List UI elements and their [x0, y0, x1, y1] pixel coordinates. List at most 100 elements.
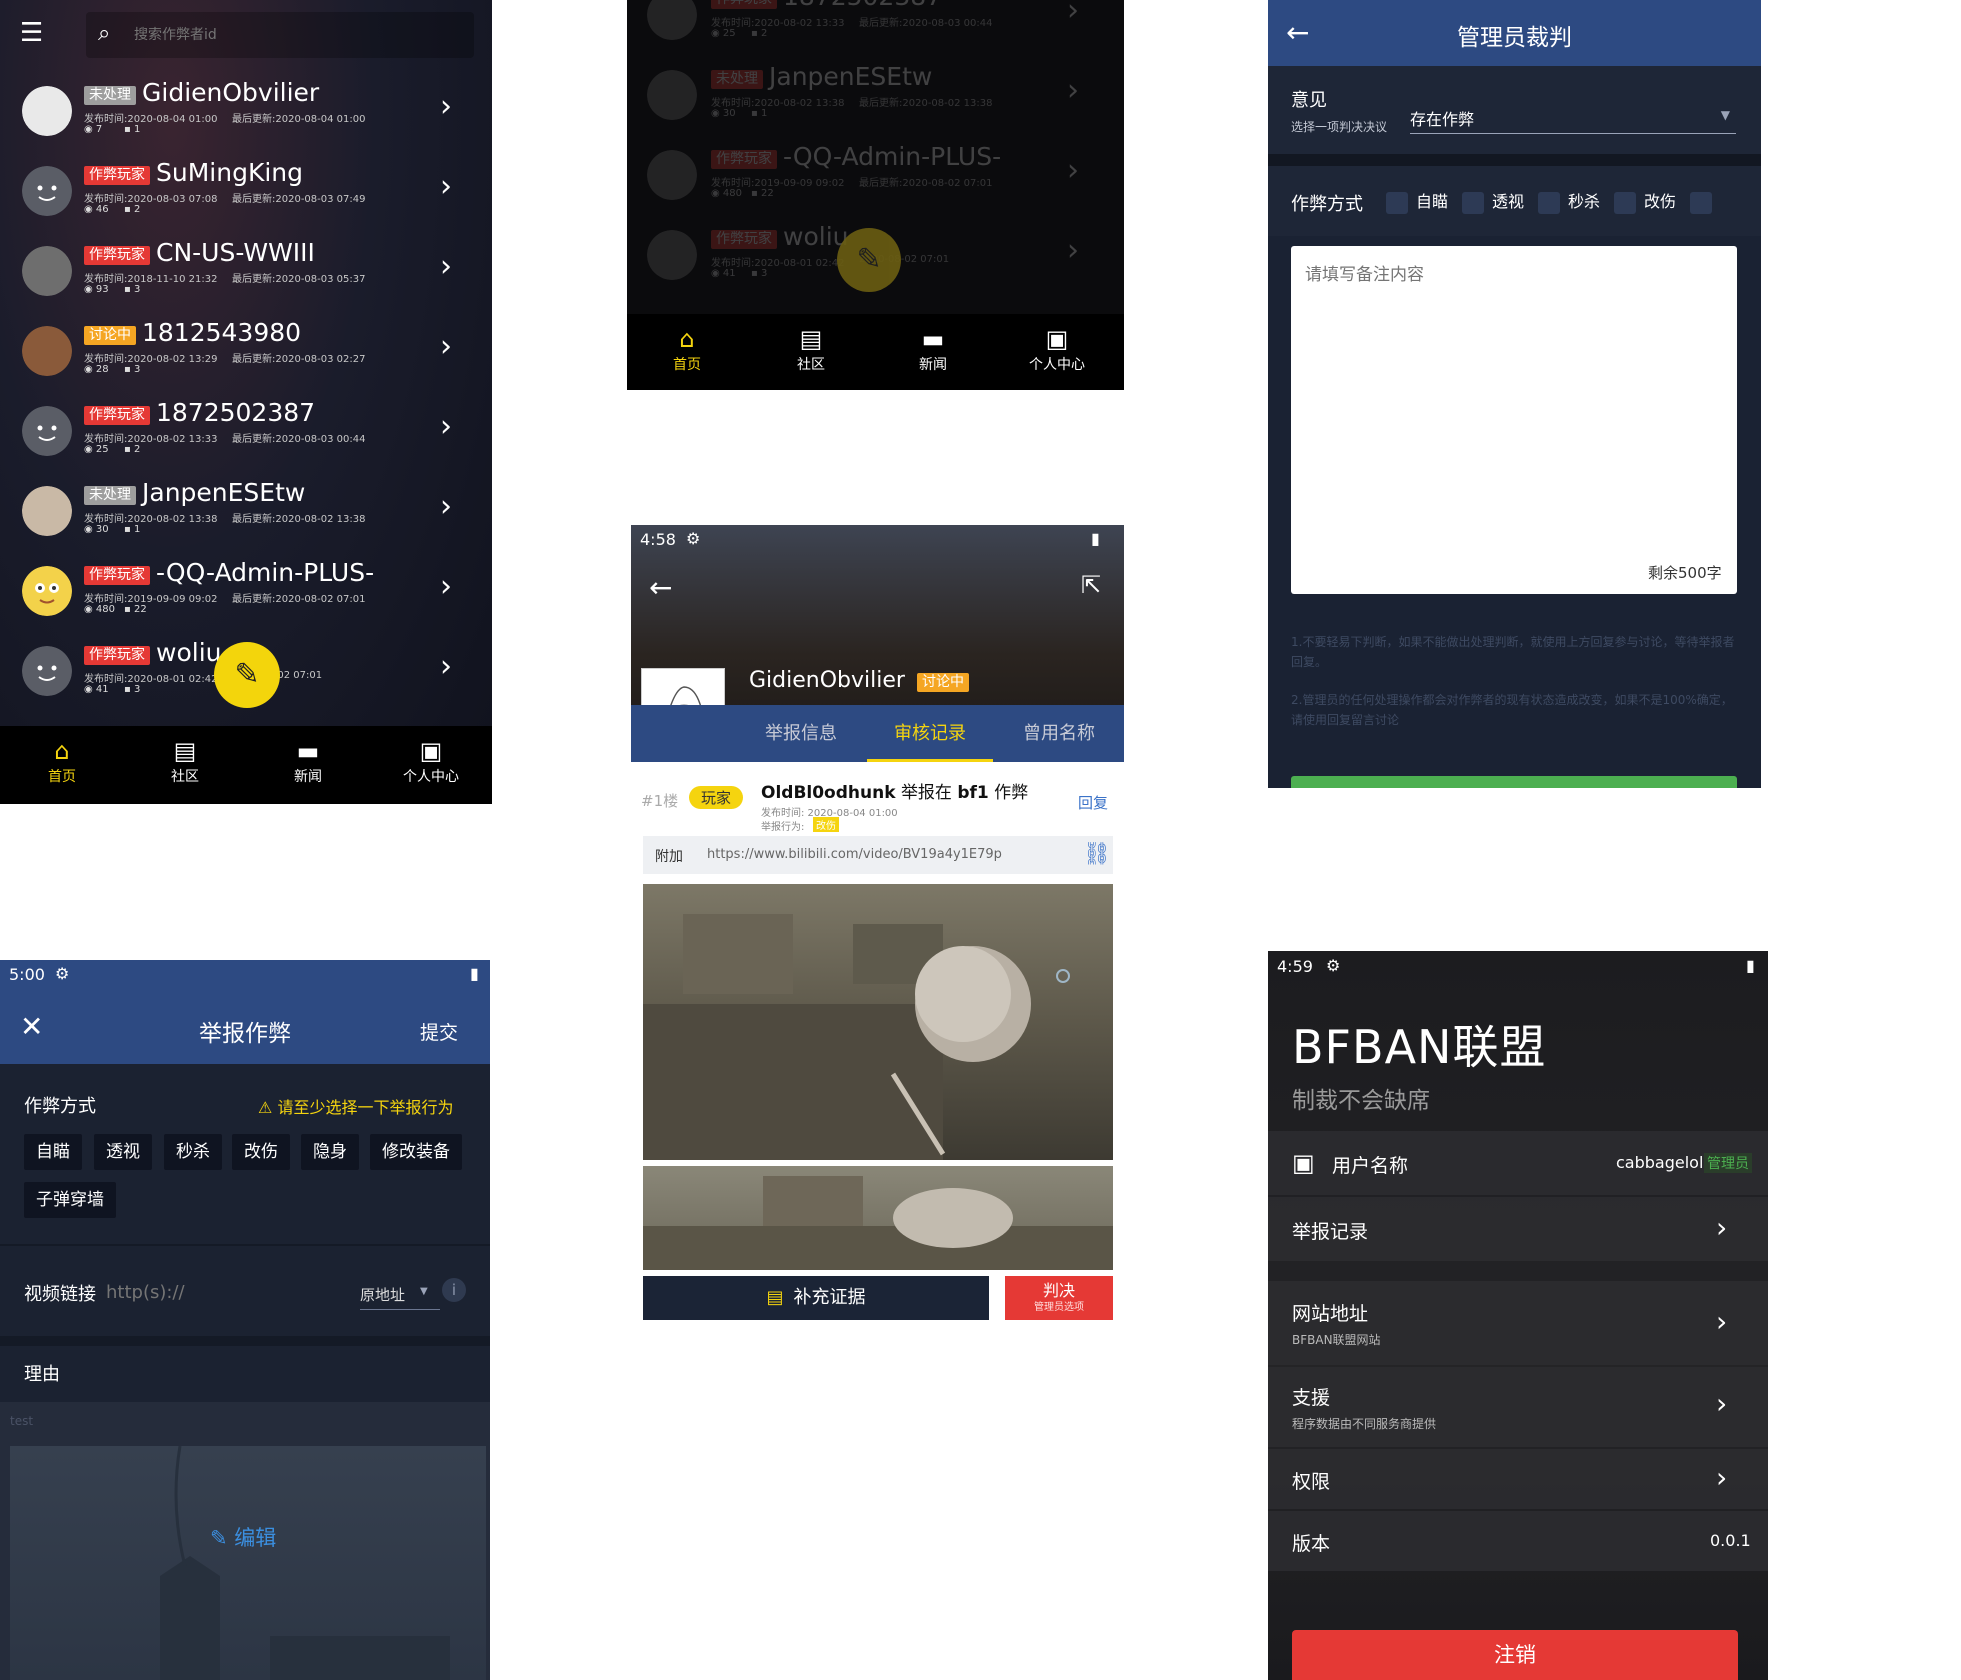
- comment-count: ▪ 22: [751, 188, 774, 199]
- back-arrow-icon[interactable]: ←: [649, 571, 672, 604]
- chip-modify-gear[interactable]: 修改装备: [370, 1134, 462, 1170]
- chevron-right-icon: ›: [1716, 1211, 1728, 1244]
- support-row[interactable]: 支援 程序数据由不同服务商提供 ›: [1268, 1367, 1768, 1447]
- nav-profile[interactable]: ▣ 个人中心: [1007, 324, 1107, 374]
- profile-screen: 4:59 ⚙ ▮ BFBAN联盟 制裁不会缺席 ▣ 用户名称 cabbagelo…: [1268, 951, 1768, 1680]
- battery-icon: ▮: [1746, 956, 1755, 975]
- remark-textarea[interactable]: [1291, 246, 1737, 594]
- reason-area[interactable]: test ✎ 编辑: [0, 1402, 490, 1680]
- battery-icon: ▮: [470, 964, 479, 983]
- player-row[interactable]: 未处理 GidienObvilier 发布时间:2020-08-04 01:00 最后…: [0, 74, 492, 154]
- player-row[interactable]: 作弊玩家 -QQ-Admin-PLUS- 发布时间:2019-09-09 09:02…: [627, 138, 1124, 218]
- chat-icon: ▤: [173, 737, 197, 765]
- nav-news[interactable]: ▬ 新闻: [258, 736, 358, 786]
- updated-time: 最后更新:2020-08-02 13:38: [859, 98, 993, 109]
- nav-home[interactable]: ⌂ 首页: [637, 324, 737, 374]
- comment-icon: ▪: [124, 444, 134, 455]
- tab-former-names[interactable]: 曾用名称: [999, 705, 1119, 762]
- judge-button[interactable]: 判决 管理员选项: [1005, 1276, 1113, 1320]
- permission-row[interactable]: 权限 ›: [1268, 1449, 1768, 1509]
- player-row[interactable]: 作弊玩家 -QQ-Admin-PLUS- 发布时间:2019-09-09 09:02…: [0, 554, 492, 634]
- nav-community[interactable]: ▤ 社区: [135, 736, 235, 786]
- chip-wallhack[interactable]: 透视: [94, 1134, 152, 1170]
- reply-link[interactable]: 回复: [1078, 792, 1108, 813]
- website-row[interactable]: 网站地址 BFBAN联盟网站 ›: [1268, 1281, 1768, 1365]
- chip-oneshot[interactable]: 秒杀: [164, 1134, 222, 1170]
- cheat-method-section: 作弊方式 自瞄 透视 秒杀 改伤: [1268, 166, 1761, 236]
- profile-icon: ▣: [1292, 1149, 1315, 1177]
- supplement-evidence-button[interactable]: ▤ 补充证据: [643, 1276, 989, 1320]
- player-row[interactable]: 未处理 JanpenESEtw 发布时间:2020-08-02 13:38 最后更新:…: [627, 58, 1124, 138]
- chip-invisible[interactable]: 隐身: [301, 1134, 359, 1170]
- source-select[interactable]: 原地址 ▼: [360, 1278, 440, 1310]
- reporter-line: OldBl0odhunk 举报在 bf1 作弊: [761, 778, 1028, 803]
- report-record-row[interactable]: 举报记录 ›: [1268, 1197, 1768, 1261]
- published-time: 发布时间:2020-08-02 13:33: [84, 434, 218, 445]
- comment-icon: ▪: [124, 364, 134, 375]
- player-row[interactable]: 作弊玩家 1872502387 发布时间:2020-08-02 13:33 最后更新:…: [0, 394, 492, 474]
- chevron-right-icon: ›: [440, 409, 452, 444]
- tab-report-info[interactable]: 举报信息: [741, 705, 861, 762]
- reason-text: test: [10, 1414, 34, 1428]
- eye-icon: ◉: [84, 204, 96, 215]
- method-checkbox[interactable]: 自瞄: [1386, 191, 1448, 214]
- eye-icon: ◉: [84, 524, 96, 535]
- reporter-name[interactable]: OldBl0odhunk: [761, 783, 896, 803]
- method-checkbox[interactable]: [1690, 191, 1720, 214]
- link-icon[interactable]: ⛓: [1083, 842, 1111, 867]
- player-row[interactable]: 作弊玩家 SuMingKing 发布时间:2020-08-03 07:08 最后更新:…: [0, 154, 492, 234]
- tab-review-record[interactable]: 审核记录: [867, 705, 993, 762]
- status-time: 5:00: [9, 965, 45, 984]
- updated-time: 最后更新:2020-08-03 07:49: [232, 194, 366, 205]
- status-badge: 作弊玩家: [84, 406, 150, 425]
- dropdown-arrow-icon: ▼: [1720, 108, 1730, 122]
- status-badge: 作弊玩家: [711, 230, 777, 249]
- chip-aimbot[interactable]: 自瞄: [24, 1134, 82, 1170]
- chip-bullet-through-wall[interactable]: 子弹穿墙: [24, 1182, 116, 1218]
- search-input[interactable]: [134, 22, 434, 48]
- report-fab[interactable]: ✎: [214, 642, 280, 708]
- nav-home[interactable]: ⌂ 首页: [12, 736, 112, 786]
- eye-icon: ◉: [84, 364, 96, 375]
- logout-button[interactable]: 注销: [1292, 1630, 1738, 1680]
- profile-icon: ▣: [1045, 325, 1069, 353]
- attach-url[interactable]: https://www.bilibili.com/video/BV19a4y1E…: [707, 847, 1002, 862]
- method-checkbox[interactable]: 秒杀: [1538, 191, 1600, 214]
- method-checkbox[interactable]: 改伤: [1614, 191, 1676, 214]
- player-row[interactable]: 未处理 JanpenESEtw 发布时间:2020-08-02 13:38 最后更新:…: [0, 474, 492, 554]
- evidence-image-1[interactable]: [643, 884, 1113, 1160]
- nav-profile[interactable]: ▣ 个人中心: [381, 736, 481, 786]
- chevron-right-icon: ›: [440, 169, 452, 204]
- nav-community[interactable]: ▤ 社区: [761, 324, 861, 374]
- chip-damage[interactable]: 改伤: [232, 1134, 290, 1170]
- opinion-select[interactable]: 存在作弊 ▼: [1410, 100, 1736, 134]
- status-bar: 5:00 ⚙ ▮: [0, 960, 490, 992]
- updated-time: 最后更新:2020-08-03 00:44: [859, 18, 993, 29]
- menu-icon[interactable]: ☰: [20, 20, 43, 46]
- confirm-button[interactable]: [1291, 776, 1737, 788]
- nav-news[interactable]: ▬ 新闻: [883, 324, 983, 374]
- player-row[interactable]: 讨论中 1812543980 发布时间:2020-08-02 13:29 最后更新:2…: [0, 314, 492, 394]
- avatar: [22, 406, 72, 456]
- method-checkbox[interactable]: 透视: [1462, 191, 1524, 214]
- role-badge: 玩家: [689, 786, 744, 809]
- pencil-icon: ✎: [210, 1526, 228, 1550]
- report-fab[interactable]: ✎: [837, 228, 901, 292]
- evidence-image-2[interactable]: [643, 1166, 1113, 1270]
- player-row[interactable]: 作弊玩家 CN-US-WWIII 发布时间:2018-11-10 21:32 最后更新…: [0, 234, 492, 314]
- reported-in-text: 举报在: [900, 783, 952, 803]
- eye-icon: ◉: [711, 268, 723, 279]
- view-count: ◉ 25: [84, 444, 109, 455]
- info-icon[interactable]: i: [442, 1278, 466, 1302]
- submit-button[interactable]: 提交: [420, 1018, 458, 1045]
- edit-button[interactable]: ✎ 编辑: [210, 1522, 276, 1552]
- video-url-input[interactable]: [106, 1278, 346, 1306]
- website-sub-label: BFBAN联盟网站: [1292, 1333, 1381, 1347]
- eye-icon: ◉: [84, 684, 96, 695]
- search-bar[interactable]: ⌕: [86, 12, 474, 58]
- avatar: [22, 326, 72, 376]
- updated-time: 最后更新:2020-08-02 07:01: [232, 594, 366, 605]
- review-post: #1楼 玩家 OldBl0odhunk 举报在 bf1 作弊 回复 发布时间: …: [631, 762, 1124, 1342]
- player-row[interactable]: 作弊玩家 1872502387 发布时间:2020-08-02 13:33 最后更新:…: [627, 0, 1124, 58]
- open-external-icon[interactable]: ⇱: [1081, 571, 1101, 599]
